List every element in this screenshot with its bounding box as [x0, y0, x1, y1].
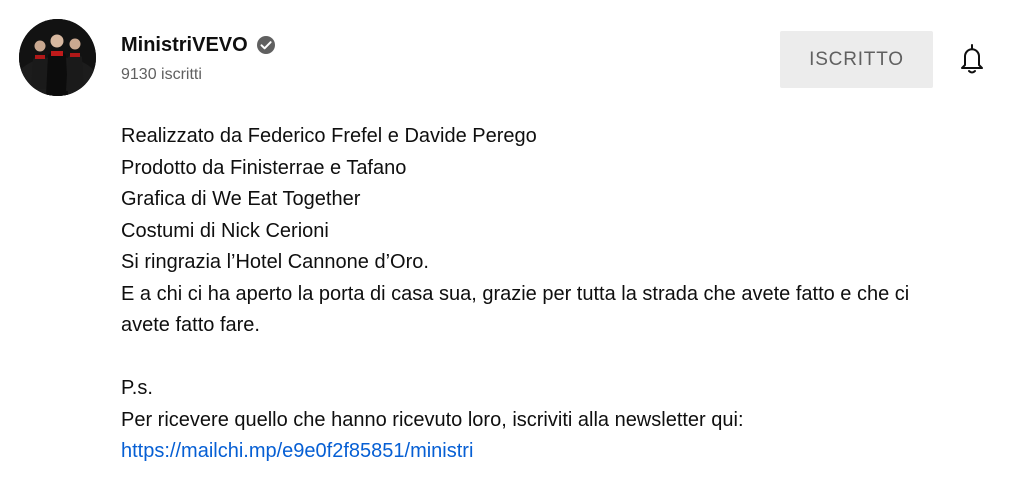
description-line: Grafica di We Eat Together [121, 188, 361, 210]
description-line: P.s. [121, 377, 153, 399]
description-line: Costumi di Nick Cerioni [121, 219, 329, 242]
description-line: Realizzato da Federico Frefel e Davide P… [121, 125, 537, 147]
description-line: E a chi ci ha aperto la porta di casa su… [121, 282, 910, 305]
channel-name[interactable]: MinistriVEVO [121, 33, 276, 57]
description-line: Si ringrazia l’Hotel Cannone d’Oro. [121, 251, 429, 273]
notification-bell-icon [961, 44, 983, 74]
notification-bell-button[interactable] [953, 40, 991, 78]
avatar-band-photo [19, 19, 96, 96]
subscribed-button[interactable]: ISCRITTO [780, 31, 933, 88]
video-description: Realizzato da Federico Frefel e Davide P… [121, 121, 1001, 468]
description-spacer [121, 342, 1001, 374]
description-line: avete fatto fare. [121, 314, 260, 336]
description-line: Per ricevere quello che hanno ricevuto l… [121, 408, 744, 431]
channel-name-text[interactable]: MinistriVEVO [121, 33, 248, 57]
description-line: Prodotto da Finisterrae e Tafano [121, 156, 407, 179]
channel-avatar[interactable] [19, 19, 96, 96]
subscriber-count: 9130 iscritti [121, 66, 202, 83]
channel-description-panel: MinistriVEVO 9130 iscritti ISCRITTO Real… [0, 0, 1024, 493]
newsletter-link[interactable]: https://mailchi.mp/e9e0f2f85851/ministri [121, 436, 1001, 468]
verified-check-icon [256, 35, 276, 55]
